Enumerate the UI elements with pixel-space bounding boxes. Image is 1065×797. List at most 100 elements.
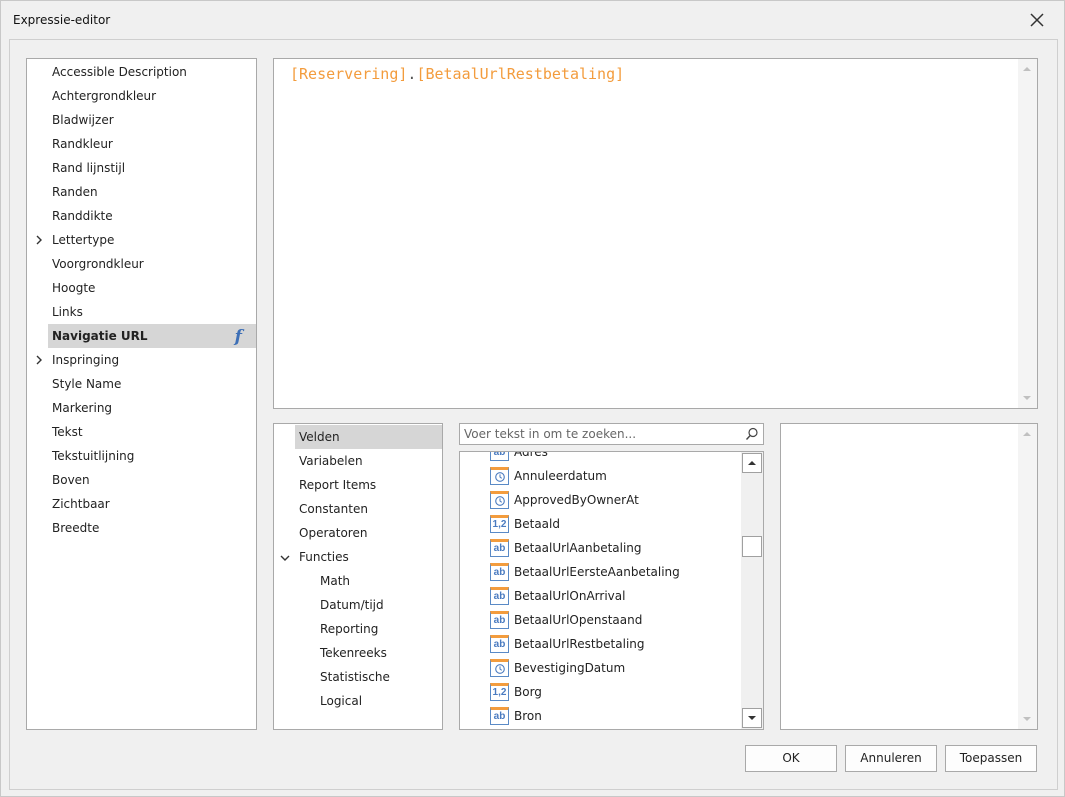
field-label: Bron — [514, 709, 542, 723]
category-list: Velden Variabelen Report Items Constanten Op… — [273, 423, 443, 730]
cancel-button[interactable]: Annuleren — [845, 745, 937, 772]
field-item[interactable]: ab Bron — [490, 704, 542, 728]
close-button[interactable] — [1026, 9, 1048, 31]
description-scrollbar[interactable] — [1018, 424, 1037, 729]
category-label: Datum/tijd — [320, 598, 384, 612]
field-item[interactable]: ab BetaalUrlRestbetaling — [490, 632, 645, 656]
function-icon[interactable]: f — [235, 325, 242, 349]
property-item[interactable]: Tekst — [27, 420, 256, 444]
chevron-down-icon[interactable] — [279, 553, 291, 563]
editor-scrollbar[interactable] — [1018, 59, 1037, 408]
field-label: BetaalUrlAanbetaling — [514, 541, 642, 555]
field-item[interactable]: 1,2 Betaald — [490, 512, 560, 536]
field-label: Annuleerdatum — [514, 469, 607, 483]
property-item[interactable]: Breedte — [27, 516, 256, 540]
category-item[interactable]: Report Items — [295, 473, 442, 497]
property-label: Accessible Description — [52, 65, 187, 79]
property-item[interactable]: Lettertype — [27, 228, 256, 252]
chevron-right-icon[interactable] — [34, 354, 44, 366]
field-item[interactable]: 1,2 Borg — [490, 680, 542, 704]
text-type-icon: ab — [490, 452, 509, 461]
text-type-icon: ab — [490, 539, 509, 557]
field-list-scrollbar[interactable] — [741, 452, 763, 729]
field-item[interactable]: Annuleerdatum — [490, 464, 607, 488]
property-item[interactable]: Achtergrondkleur — [27, 84, 256, 108]
property-item[interactable]: Inspringing — [27, 348, 256, 372]
property-item[interactable]: Zichtbaar — [27, 492, 256, 516]
category-item[interactable]: Operatoren — [295, 521, 442, 545]
category-label: Constanten — [299, 502, 368, 516]
property-item[interactable]: Hoogte — [27, 276, 256, 300]
category-item[interactable]: Tekenreeks — [316, 641, 442, 665]
property-item[interactable]: Style Name — [27, 372, 256, 396]
property-label: Tekstuitlijning — [52, 449, 135, 463]
property-label: Achtergrondkleur — [52, 89, 157, 103]
field-item[interactable]: ab BetaalUrlOnArrival — [490, 584, 626, 608]
property-item[interactable]: Randdikte — [27, 204, 256, 228]
property-item[interactable]: Randen — [27, 180, 256, 204]
property-item[interactable]: Voorgrondkleur — [27, 252, 256, 276]
field-item[interactable]: ab Adres — [490, 452, 548, 464]
field-item[interactable]: ab BetaalUrlAanbetaling — [490, 536, 642, 560]
category-item[interactable]: Functies — [280, 545, 442, 569]
property-item[interactable]: Markering — [27, 396, 256, 420]
apply-button[interactable]: Toepassen — [945, 745, 1037, 772]
field-item[interactable]: ab BetaalUrlOpenstaand — [490, 608, 643, 632]
category-item[interactable]: Velden — [295, 425, 442, 449]
expression-editor[interactable]: [Reservering].[BetaalUrlRestbetaling] — [273, 58, 1038, 409]
category-item[interactable]: Constanten — [295, 497, 442, 521]
property-label: Voorgrondkleur — [52, 257, 144, 271]
property-item[interactable]: Accessible Description — [27, 60, 256, 84]
field-label: Borg — [514, 685, 542, 699]
property-label: Bladwijzer — [52, 113, 114, 127]
property-item[interactable]: Tekstuitlijning — [27, 444, 256, 468]
field-item[interactable]: ab BetaalUrlEersteAanbetaling — [490, 560, 680, 584]
scroll-thumb[interactable] — [742, 536, 762, 557]
property-item[interactable]: Rand lijnstijl — [27, 156, 256, 180]
scroll-down-icon[interactable] — [1022, 393, 1032, 403]
category-item[interactable]: Reporting — [316, 617, 442, 641]
field-item[interactable]: ApprovedByOwnerAt — [490, 488, 639, 512]
number-type-icon: 1,2 — [490, 515, 509, 533]
category-label: Variabelen — [299, 454, 363, 468]
scroll-up-icon[interactable] — [1022, 64, 1032, 74]
text-type-icon: ab — [490, 635, 509, 653]
field-label: ApprovedByOwnerAt — [514, 493, 639, 507]
property-label: Tekst — [52, 425, 83, 439]
chevron-right-icon[interactable] — [34, 234, 44, 246]
property-label: Hoogte — [52, 281, 96, 295]
clock-icon — [490, 659, 509, 677]
category-item[interactable]: Datum/tijd — [316, 593, 442, 617]
property-label: Boven — [52, 473, 90, 487]
property-item[interactable]: Randkleur — [27, 132, 256, 156]
property-item[interactable]: Bladwijzer — [27, 108, 256, 132]
ok-button[interactable]: OK — [745, 745, 837, 772]
category-label: Reporting — [320, 622, 379, 636]
category-item[interactable]: Statistische — [316, 665, 442, 689]
property-item[interactable]: Links — [27, 300, 256, 324]
property-item[interactable]: Navigatie URL f — [48, 324, 256, 348]
property-label: Randen — [52, 185, 98, 199]
category-label: Report Items — [299, 478, 377, 492]
category-item[interactable]: Variabelen — [295, 449, 442, 473]
property-label: Navigatie URL — [52, 329, 148, 343]
field-list: ab Adres Annuleerdatum ApprovedByOwnerAt 1,2… — [459, 451, 764, 730]
scroll-up-button[interactable] — [742, 453, 762, 473]
field-label: BetaalUrlOnArrival — [514, 589, 626, 603]
window-title: Expressie-editor — [13, 13, 111, 27]
property-label: Randkleur — [52, 137, 113, 151]
property-item[interactable]: Boven — [27, 468, 256, 492]
search-box[interactable] — [459, 423, 764, 445]
search-icon[interactable] — [745, 427, 759, 441]
clock-icon — [490, 491, 509, 509]
expression-text[interactable]: [Reservering].[BetaalUrlRestbetaling] — [290, 65, 624, 83]
title-bar: Expressie-editor — [1, 1, 1064, 39]
field-label: BetaalUrlOpenstaand — [514, 613, 643, 627]
scroll-down-icon[interactable] — [1022, 714, 1032, 724]
scroll-down-button[interactable] — [742, 708, 762, 728]
category-item[interactable]: Math — [316, 569, 442, 593]
scroll-up-icon[interactable] — [1022, 429, 1032, 439]
field-item[interactable]: BevestigingDatum — [490, 656, 625, 680]
category-item[interactable]: Logical — [316, 689, 442, 713]
search-input[interactable] — [462, 425, 740, 443]
